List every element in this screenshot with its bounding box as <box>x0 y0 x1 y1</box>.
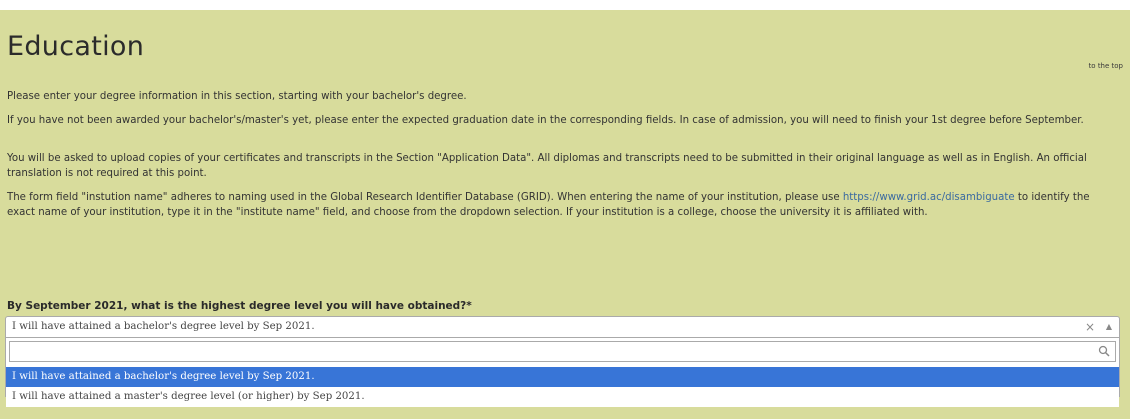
education-section: Education to the top Please enter your d… <box>0 10 1130 419</box>
close-icon[interactable]: × <box>1085 320 1095 334</box>
selected-value: I will have attained a bachelor's degree… <box>12 321 315 332</box>
section-title: Education <box>7 31 145 62</box>
degree-level-dropdown: I will have attained a bachelor's degree… <box>5 338 1120 407</box>
upload-note-paragraph: You will be asked to upload copies of yo… <box>7 153 1087 179</box>
graduation-note-paragraph: If you have not been awarded your bachel… <box>7 115 1084 126</box>
degree-level-select[interactable]: I will have attained a bachelor's degree… <box>5 316 1120 338</box>
option-label: I will have attained a master's degree l… <box>12 391 365 402</box>
dropdown-search-input[interactable] <box>9 341 1116 362</box>
chevron-up-icon[interactable]: ▲ <box>1106 322 1112 331</box>
option-label: I will have attained a bachelor's degree… <box>12 371 315 382</box>
option-masters[interactable]: I will have attained a master's degree l… <box>6 387 1119 407</box>
grid-disambiguate-link[interactable]: https://www.grid.ac/disambiguate <box>843 192 1015 203</box>
grid-note-text-start: The form field "instution name" adheres … <box>7 192 843 203</box>
intro-paragraph: Please enter your degree information in … <box>7 91 467 102</box>
search-icon <box>1098 345 1110 357</box>
option-bachelors[interactable]: I will have attained a bachelor's degree… <box>6 367 1119 387</box>
grid-note-paragraph: The form field "instution name" adheres … <box>7 190 1119 220</box>
to-the-top-link[interactable]: to the top <box>1089 62 1123 70</box>
degree-level-question: By September 2021, what is the highest d… <box>7 300 472 312</box>
